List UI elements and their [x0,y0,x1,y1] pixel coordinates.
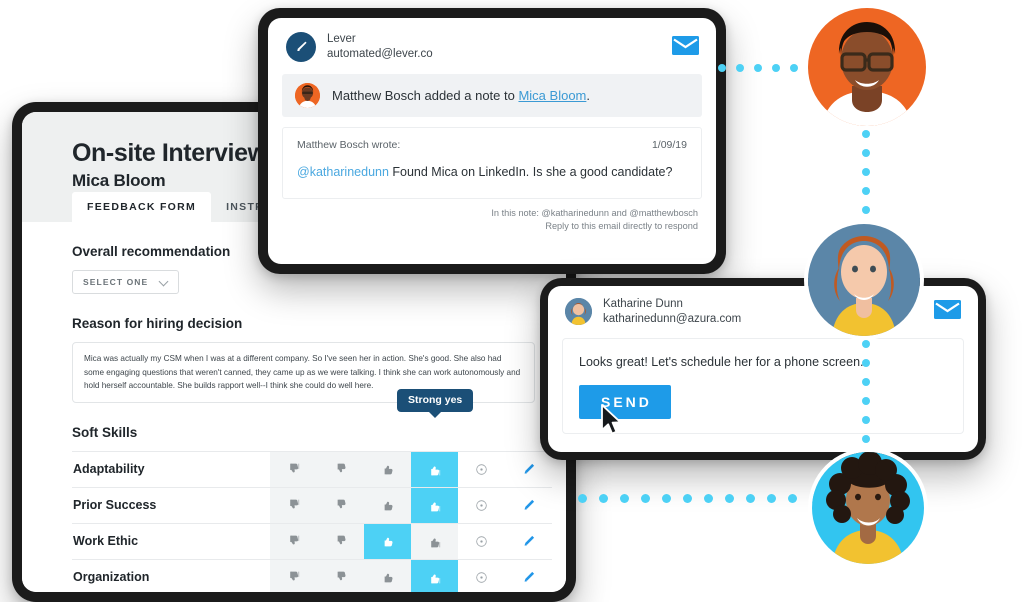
skill-label: Prior Success [72,486,270,524]
envelope-icon [934,300,961,324]
note-banner: Matthew Bosch added a note to Mica Bloom… [282,74,702,117]
note-banner-suffix: . [586,88,591,103]
rating-cell-yes[interactable] [364,522,411,560]
comment-pencil-button[interactable] [505,486,552,524]
table-row: Adaptability [72,450,552,488]
rating-cell-strong-no[interactable] [270,450,317,488]
reply-sender-name: Katharine Dunn [603,298,683,310]
note-banner-text: Matthew Bosch added a note to Mica Bloom… [332,88,590,103]
chevron-down-icon [160,278,169,287]
matthew-bosch-avatar-small [295,83,320,108]
reply-sender-email: katharinedunn@azura.com [603,312,742,325]
rating-cell-no[interactable] [317,522,364,560]
sender-info: Lever automated@lever.co [327,32,433,62]
note-author: Matthew Bosch wrote: [297,139,401,151]
rating-cell-strong-yes[interactable] [411,450,458,488]
note-mention[interactable]: @katharinedunn [297,165,389,179]
soft-skills-table: Adaptability Prior Success Work Ethic Organ… [72,450,552,592]
skill-label: Organization [72,558,270,592]
rating-cell-no[interactable] [317,486,364,524]
note-message: Found Mica on LinkedIn. Is she a good ca… [388,165,673,179]
rating-cell-no-opinion[interactable] [458,450,505,488]
comment-pencil-button[interactable] [505,558,552,592]
note-body: Matthew Bosch wrote: 1/09/19 @katharined… [282,127,702,199]
rating-cell-yes[interactable] [364,558,411,592]
comment-pencil-button[interactable] [505,450,552,488]
rating-cell-strong-no[interactable] [270,522,317,560]
lever-pen-icon [286,32,316,62]
skill-label: Adaptability [72,450,270,488]
note-footer-reply-hint: Reply to this email directly to respond [545,220,698,231]
soft-skills-rows: Adaptability Prior Success Work Ethic Organ… [72,450,552,592]
overall-recommendation-select[interactable]: SELECT ONE [72,270,180,294]
skill-label: Work Ethic [72,522,270,560]
reply-message: Looks great! Let's schedule her for a ph… [579,354,864,369]
sender-email: automated@lever.co [327,48,433,60]
rating-cell-no[interactable] [317,558,364,592]
envelope-icon [672,36,699,60]
table-row: Prior Success [72,486,552,524]
dotted-connector-right-lower [862,340,870,462]
rating-cell-strong-no[interactable] [270,558,317,592]
rating-cell-strong-yes[interactable] [411,558,458,592]
tab-feedback-form[interactable]: FEEDBACK FORM [72,192,212,222]
table-row: Work Ethic [72,522,552,560]
reply-card: Katharine Dunn katharinedunn@azura.com L… [548,286,978,452]
rating-cell-no[interactable] [317,450,364,488]
rating-cell-yes[interactable] [364,450,411,488]
mica-bloom-avatar [812,452,924,564]
sender-name: Lever [327,33,356,46]
rating-cell-strong-yes[interactable] [411,486,458,524]
candidate-link[interactable]: Mica Bloom [518,88,586,103]
reply-compose-box[interactable]: Looks great! Let's schedule her for a ph… [562,337,964,434]
comment-pencil-button[interactable] [505,522,552,560]
soft-skills-label: Soft Skills [72,424,138,440]
reply-sender-info: Katharine Dunn katharinedunn@azura.com [603,297,741,327]
note-meta: Matthew Bosch wrote: 1/09/19 [297,139,687,151]
note-text: @katharinedunn Found Mica on LinkedIn. I… [297,164,687,182]
note-date: 1/09/19 [651,139,687,151]
feedback-form-body: Overall recommendation SELECT ONE Reason… [22,222,566,592]
illustration-stage: On-site Interview Mica Bloom FEEDBACK FO… [0,0,1024,602]
rating-cell-no-opinion[interactable] [458,486,505,524]
notification-card: Lever automated@lever.co Matthew Bosch a… [268,18,716,264]
note-banner-prefix: Matthew Bosch added a note to [332,88,519,103]
notification-header: Lever automated@lever.co [268,18,716,74]
note-footer: In this note: @katharinedunn and @matthe… [268,207,698,234]
matthew-bosch-avatar [808,8,926,126]
rating-cell-no-opinion[interactable] [458,522,505,560]
strong-yes-tooltip: Strong yes [397,389,474,418]
note-footer-participants: In this note: @katharinedunn and @matthe… [491,207,698,218]
rating-cell-no-opinion[interactable] [458,558,505,592]
send-button[interactable]: SEND [579,384,671,419]
rating-cell-strong-no[interactable] [270,486,317,524]
select-value: SELECT ONE [83,277,149,287]
rating-cell-yes[interactable] [364,486,411,524]
katharine-dunn-avatar-small [565,298,592,326]
katharine-dunn-avatar [808,224,920,336]
reason-label: Reason for hiring decision [72,316,243,331]
table-row: Organization [72,558,552,592]
rating-cell-strong-yes[interactable] [411,522,458,560]
